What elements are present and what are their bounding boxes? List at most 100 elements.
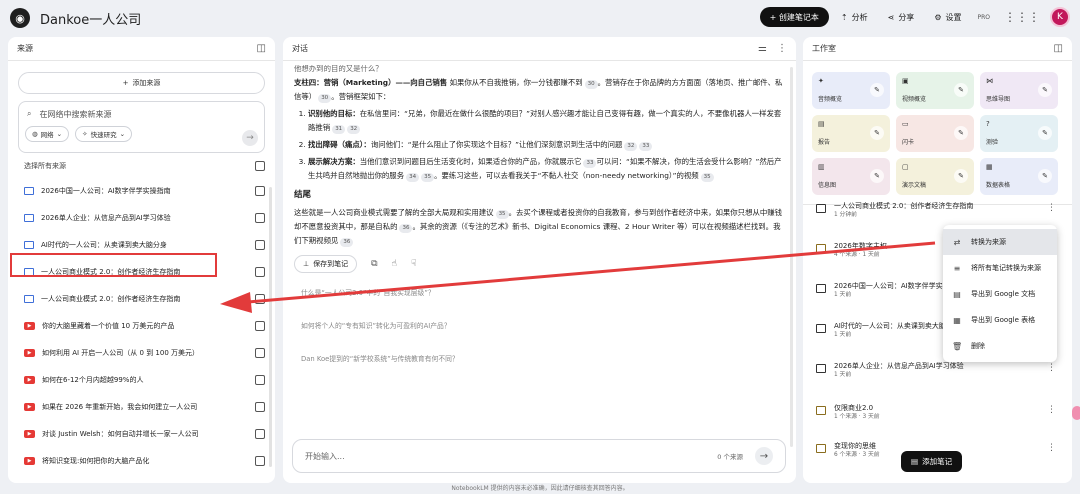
studio-tile[interactable]: ▤ 报告 ✎ — [812, 115, 890, 152]
source-checkbox[interactable] — [255, 428, 265, 439]
source-checkbox[interactable] — [255, 374, 265, 385]
note-item[interactable]: 仅限商业2.0 1 个来源 · 3 天前 ⋮ — [816, 403, 1066, 429]
suggestion-chip[interactable]: 什么是“一人公司2.0”中的“自我实现层级”？ — [301, 286, 796, 310]
more-vert-icon[interactable]: ⋮ — [1047, 203, 1056, 213]
citation-chip[interactable]: 33 — [639, 142, 653, 151]
share-button[interactable]: ⋖ 分享 — [880, 7, 923, 27]
copy-icon[interactable]: ⧉ — [371, 259, 377, 269]
avatar[interactable]: K — [1050, 7, 1070, 27]
more-vert-icon[interactable]: ⋮ — [1047, 405, 1056, 415]
floating-helper-icon[interactable] — [1072, 406, 1080, 420]
create-notebook-button[interactable]: + 创建笔记本 — [759, 7, 829, 27]
studio-tile[interactable]: ▭ 闪卡 ✎ — [896, 115, 974, 152]
pencil-icon[interactable]: ✎ — [954, 126, 968, 140]
chat-scrollbar[interactable] — [790, 67, 793, 447]
studio-tile[interactable]: ▥ 信息图 ✎ — [812, 158, 890, 195]
pencil-icon[interactable]: ✎ — [1038, 169, 1052, 183]
select-all-checkbox[interactable] — [255, 161, 265, 171]
pencil-icon[interactable]: ✎ — [870, 83, 884, 97]
studio-tile[interactable]: ✦ 音频概览 ✎ — [812, 72, 890, 109]
chat-input[interactable]: 开始输入... — [305, 451, 345, 462]
source-checkbox[interactable] — [255, 185, 265, 196]
response-actions: ⊥ 保存到笔记 ⧉ ☝ ☟ — [283, 251, 796, 277]
sources-scrollbar[interactable] — [269, 187, 272, 467]
source-item[interactable]: ▶ 如何利用 AI 开启一人公司（从 0 到 100 万美元） — [8, 339, 275, 366]
apps-grid-icon[interactable]: ⋮⋮⋮ — [1004, 10, 1040, 24]
source-item[interactable]: ▶ 将知识变现:如何把你的大脑产品化 — [8, 447, 275, 474]
pencil-icon[interactable]: ✎ — [1038, 83, 1052, 97]
tile-label: 信息图 — [818, 182, 837, 189]
source-checkbox[interactable] — [255, 320, 265, 331]
suggestion-chip[interactable]: 如何将个人的“专有知识”转化为可盈利的AI产品？ — [301, 319, 796, 343]
more-vert-icon[interactable]: ⋮ — [777, 43, 787, 54]
source-checkbox[interactable] — [255, 266, 265, 277]
source-item[interactable]: ▶ 你的大脑里藏着一个价值 10 万美元的产品 — [8, 312, 275, 339]
citation-chip[interactable]: 30 — [584, 80, 598, 89]
source-item[interactable]: ▶ 如何在6-12个月内超越99%的人 — [8, 366, 275, 393]
menu-item[interactable]: ≡ 将所有笔记转换为来源 — [943, 255, 1057, 281]
studio-tile[interactable]: ▣ 视频概览 ✎ — [896, 72, 974, 109]
thumbs-up-icon[interactable]: ☝ — [392, 259, 397, 269]
suggestion-chip[interactable]: Dan Koe提到的“新学校系统”与传统教育有何不同？ — [301, 352, 796, 376]
source-checkbox[interactable] — [255, 293, 265, 304]
save-to-note-button[interactable]: ⊥ 保存到笔记 — [294, 255, 358, 273]
citation-chip[interactable]: 32 — [347, 125, 361, 134]
studio-tile[interactable]: ? 测验 ✎ — [980, 115, 1058, 152]
studio-tile[interactable]: ▢ 演示文稿 ✎ — [896, 158, 974, 195]
source-item[interactable]: 2026中国一人公司：AI数字伴学实操指南 — [8, 177, 275, 204]
citation-chip[interactable]: 36 — [399, 224, 413, 233]
settings-button[interactable]: ⚙ 设置 — [926, 7, 969, 27]
send-button[interactable]: → — [755, 447, 773, 465]
collapse-panel-icon[interactable]: ◫ — [257, 43, 266, 54]
add-source-button[interactable]: + 添加来源 — [18, 72, 265, 94]
note-item[interactable]: 2026单人企业：从信息产品到AI学习体验 1 天前 ⋮ — [816, 361, 1066, 387]
analyze-button[interactable]: ⇡ 分析 — [833, 7, 876, 27]
menu-item[interactable]: ⇄ 转换为来源 — [943, 229, 1057, 255]
pencil-icon[interactable]: ✎ — [954, 83, 968, 97]
youtube-icon: ▶ — [24, 321, 35, 330]
thumbs-down-icon[interactable]: ☟ — [411, 259, 416, 269]
citation-chip[interactable]: 35 — [700, 173, 714, 182]
add-note-button[interactable]: ▤ 添加笔记 — [901, 451, 963, 472]
pencil-icon[interactable]: ✎ — [1038, 126, 1052, 140]
more-vert-icon[interactable]: ⋮ — [1047, 363, 1056, 373]
studio-tile[interactable]: ▦ 数据表格 ✎ — [980, 158, 1058, 195]
citation-chip[interactable]: 36 — [340, 238, 354, 247]
source-checkbox[interactable] — [255, 401, 265, 412]
sliders-icon[interactable]: ⚌ — [758, 43, 767, 54]
collapse-panel-icon[interactable]: ◫ — [1054, 43, 1063, 54]
source-checkbox[interactable] — [255, 212, 265, 223]
menu-item[interactable]: ▤ 导出到 Google 文档 — [943, 281, 1057, 307]
select-all-row[interactable]: 选择所有来源 — [24, 159, 265, 173]
note-item[interactable]: 一人公司商业模式 2.0：创作者经济生存指南 1 分钟前 ⋮ — [816, 201, 1066, 227]
source-item[interactable]: 2026单人企业：从信息产品到AI学习体验 — [8, 204, 275, 231]
studio-tile[interactable]: ⋈ 思维导图 ✎ — [980, 72, 1058, 109]
notebooklm-logo-icon[interactable]: ◉ — [10, 8, 30, 28]
citation-chip[interactable]: 34 — [406, 173, 420, 182]
pencil-icon[interactable]: ✎ — [870, 169, 884, 183]
sparkle-icon: ✧ — [82, 130, 88, 138]
source-item[interactable]: 一人公司商业模式 2.0：创作者经济生存指南 — [8, 285, 275, 312]
citation-chip[interactable]: 33 — [583, 159, 597, 168]
source-search-input[interactable]: 在网络中搜索新来源 — [39, 109, 111, 120]
pencil-icon[interactable]: ✎ — [954, 169, 968, 183]
menu-item[interactable]: 🗑 删除 — [943, 333, 1057, 359]
note-subtitle: 1 分钟前 — [834, 212, 857, 218]
citation-chip[interactable]: 30 — [318, 94, 332, 103]
citation-chip[interactable]: 31 — [332, 125, 346, 134]
citation-chip[interactable]: 32 — [624, 142, 638, 151]
notebook-title[interactable]: Dankoe一人公司 — [40, 9, 141, 28]
web-chip[interactable]: ◍ 网络 ⌄ — [25, 126, 70, 142]
pencil-icon[interactable]: ✎ — [870, 126, 884, 140]
research-chip[interactable]: ✧ 快速研究 ⌄ — [75, 126, 133, 142]
citation-chip[interactable]: 35 — [495, 210, 509, 219]
source-checkbox[interactable] — [255, 239, 265, 250]
source-checkbox[interactable] — [255, 455, 265, 466]
source-checkbox[interactable] — [255, 347, 265, 358]
more-vert-icon[interactable]: ⋮ — [1047, 443, 1056, 453]
menu-item[interactable]: ▦ 导出到 Google 表格 — [943, 307, 1057, 333]
source-item[interactable]: ▶ 如果在 2026 年重新开始，我会如何建立一人公司 — [8, 393, 275, 420]
source-item[interactable]: ▶ 对谈 Justin Welsh：如何自动并增长一家一人公司 — [8, 420, 275, 447]
citation-chip[interactable]: 35 — [421, 173, 435, 182]
search-submit-button[interactable]: → — [242, 130, 258, 146]
